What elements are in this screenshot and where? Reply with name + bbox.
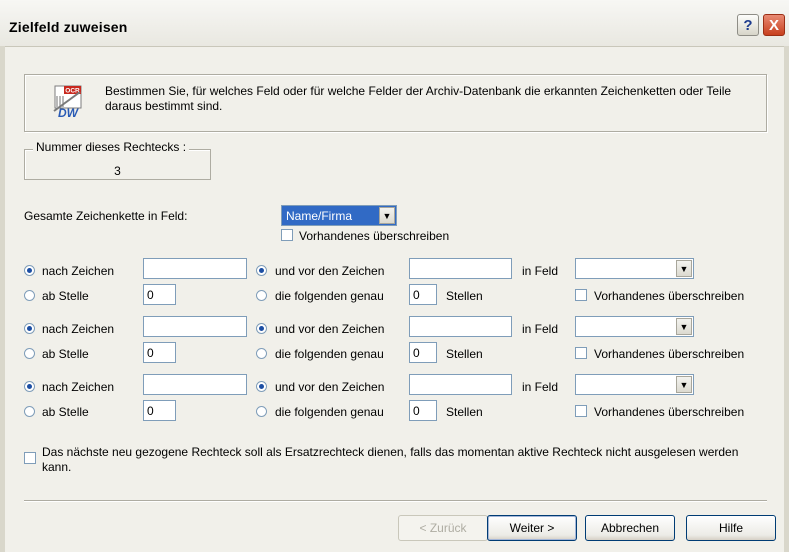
rule1-overwrite-checkbox[interactable] [575,289,587,301]
fallback-rectangle-checkbox[interactable] [24,452,36,464]
rule2-following-label: die folgenden genau [275,347,384,361]
whole-string-field-value: Name/Firma [286,209,353,223]
rectangle-number-value: 3 [114,164,121,178]
rule2-following-input[interactable] [409,342,437,363]
rule1-after-chars-label: nach Zeichen [42,264,115,278]
rule1-overwrite-label: Vorhandenes überschreiben [594,289,745,303]
whole-string-overwrite-label: Vorhandenes überschreiben [299,229,450,243]
rule1-in-field-label: in Feld [522,264,559,278]
rule3-in-field-select[interactable]: ▼ [575,374,694,395]
rule2-in-field-select[interactable]: ▼ [575,316,694,337]
rule3-before-chars-label: und vor den Zeichen [275,380,385,394]
rule1-positions-label: Stellen [446,289,483,303]
rule3-before-chars-input[interactable] [409,374,512,395]
rule1-following-label: die folgenden genau [275,289,384,303]
rule1-after-chars-radio[interactable] [24,265,35,276]
rule2-after-chars-radio[interactable] [24,323,35,334]
info-text: Bestimmen Sie, für welches Feld oder für… [105,84,732,113]
whole-string-field-select[interactable]: Name/Firma ▼ [281,205,397,226]
rule2-in-field-label: in Feld [522,322,559,336]
rule3-from-pos-radio[interactable] [24,406,35,417]
rule3-after-chars-label: nach Zeichen [42,380,115,394]
rule1-before-chars-label: und vor den Zeichen [275,264,385,278]
back-button[interactable]: < Zurück [398,515,488,541]
rule2-after-chars-label: nach Zeichen [42,322,115,336]
rule3-following-label: die folgenden genau [275,405,384,419]
whole-string-label: Gesamte Zeichenkette in Feld: [24,209,188,223]
rule3-positions-label: Stellen [446,405,483,419]
rule1-from-pos-radio[interactable] [24,290,35,301]
rule2-positions-label: Stellen [446,347,483,361]
rule2-overwrite-label: Vorhandenes überschreiben [594,347,745,361]
rule3-from-pos-label: ab Stelle [42,405,89,419]
rule3-overwrite-label: Vorhandenes überschreiben [594,405,745,419]
fallback-rectangle-label: Das nächste neu gezogene Rechteck soll a… [42,445,739,474]
close-icon: X [768,16,779,34]
cancel-button[interactable]: Abbrechen [585,515,675,541]
window-frame-left [0,46,5,552]
rule2-after-chars-input[interactable] [143,316,247,337]
next-button[interactable]: Weiter > [487,515,577,541]
rule2-before-chars-input[interactable] [409,316,512,337]
rule2-overwrite-checkbox[interactable] [575,347,587,359]
window-title: Zielfeld zuweisen [9,19,128,35]
close-button[interactable]: X [763,14,785,36]
ocr-dw-icon: OCR DW [53,85,82,119]
rule2-from-pos-label: ab Stelle [42,347,89,361]
rule2-following-radio[interactable] [256,348,267,359]
window-frame-right [784,46,789,552]
rule3-following-input[interactable] [409,400,437,421]
rule3-after-chars-input[interactable] [143,374,247,395]
rule1-following-input[interactable] [409,284,437,305]
rectangle-number-legend: Nummer dieses Rechtecks : [33,140,190,154]
rule2-from-pos-radio[interactable] [24,348,35,359]
rule3-following-radio[interactable] [256,406,267,417]
rule2-before-chars-radio[interactable] [256,323,267,334]
question-icon: ? [743,16,753,34]
rule1-following-radio[interactable] [256,290,267,301]
chevron-down-icon[interactable]: ▼ [676,376,692,393]
rule1-in-field-select[interactable]: ▼ [575,258,694,279]
rule1-after-chars-input[interactable] [143,258,247,279]
help-button[interactable]: Hilfe [686,515,776,541]
rule1-from-pos-input[interactable] [143,284,176,305]
rule3-from-pos-input[interactable] [143,400,176,421]
chevron-down-icon[interactable]: ▼ [676,260,692,277]
whole-string-overwrite-checkbox[interactable] [281,229,293,241]
help-title-button[interactable]: ? [737,14,759,36]
rule3-overwrite-checkbox[interactable] [575,405,587,417]
chevron-down-icon[interactable]: ▼ [379,207,395,224]
button-separator [24,500,767,502]
rule3-after-chars-radio[interactable] [24,381,35,392]
chevron-down-icon[interactable]: ▼ [676,318,692,335]
rule3-in-field-label: in Feld [522,380,559,394]
rule1-from-pos-label: ab Stelle [42,289,89,303]
rule1-before-chars-radio[interactable] [256,265,267,276]
icon-label-bottom: DW [58,106,80,119]
rule3-before-chars-radio[interactable] [256,381,267,392]
rule2-before-chars-label: und vor den Zeichen [275,322,385,336]
rule2-from-pos-input[interactable] [143,342,176,363]
rule1-before-chars-input[interactable] [409,258,512,279]
